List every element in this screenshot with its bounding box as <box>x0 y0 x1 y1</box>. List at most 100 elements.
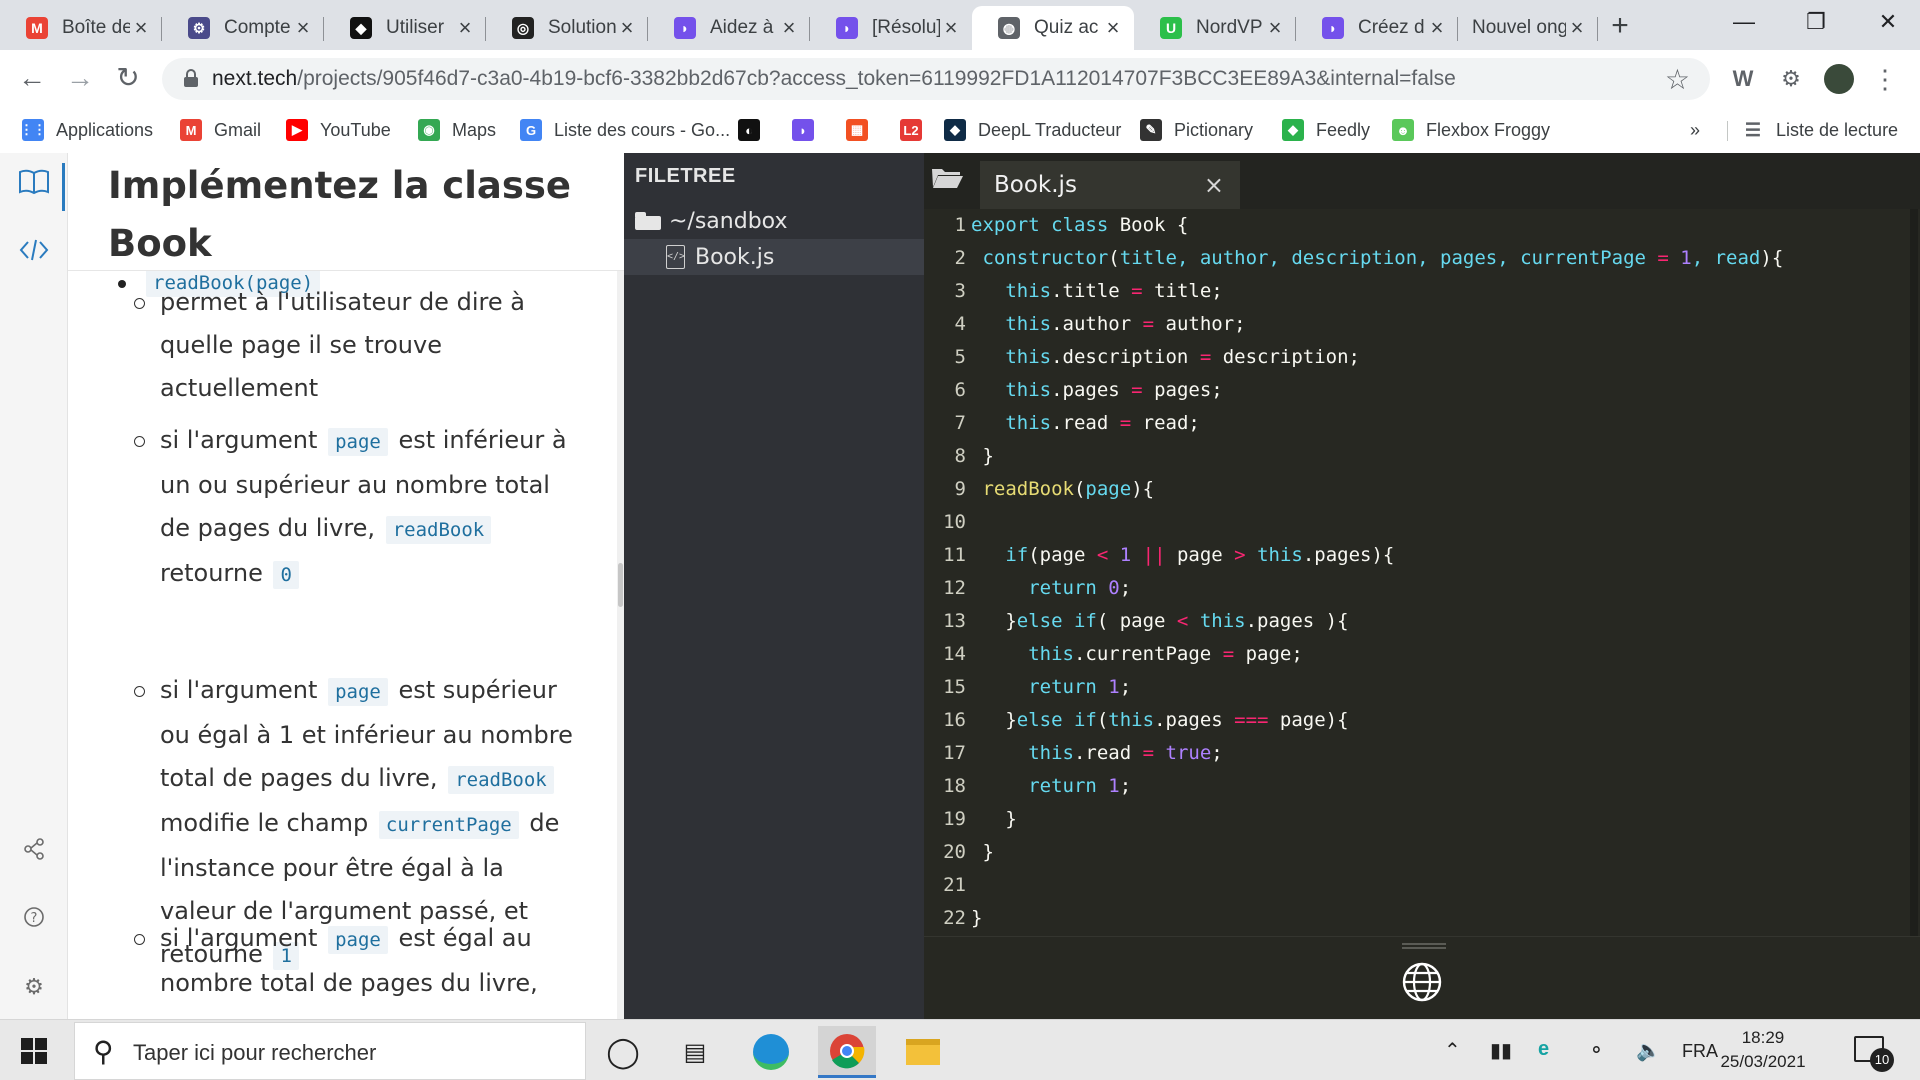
code-icon[interactable] <box>14 235 54 275</box>
code-line[interactable]: export class Book { <box>971 209 1188 242</box>
cortana-icon[interactable]: ◯ <box>594 1026 652 1078</box>
close-tab-icon[interactable]: × <box>292 15 314 41</box>
code-line[interactable]: this.description = description; <box>971 341 1360 374</box>
volume-icon[interactable]: 🔈 <box>1636 1038 1661 1063</box>
tray-chevron-icon[interactable]: ⌃ <box>1444 1038 1461 1063</box>
code-line[interactable]: }else if( page < this.pages ){ <box>971 605 1348 638</box>
close-tab-icon[interactable]: × <box>616 15 638 41</box>
splitter-grip[interactable] <box>618 563 623 607</box>
browser-tab[interactable]: M Boîte de × <box>0 6 162 50</box>
code-line[interactable]: } <box>971 902 982 935</box>
back-button[interactable]: ← <box>14 60 50 96</box>
browser-tab[interactable]: Nouvel ong × <box>1458 6 1598 50</box>
close-tab-icon[interactable]: × <box>778 15 800 41</box>
e-tray-icon[interactable]: e <box>1538 1038 1549 1061</box>
chrome-menu-icon[interactable]: ⋮ <box>1868 62 1902 96</box>
browser-tab[interactable]: U NordVP × <box>1134 6 1296 50</box>
share-icon[interactable] <box>14 833 54 873</box>
browser-tab[interactable]: ◍ Quiz ac × <box>972 6 1134 50</box>
system-clock[interactable]: 18:29 25/03/2021 <box>1708 1026 1818 1074</box>
browser-tab[interactable]: ◗ Créez d × <box>1296 6 1458 50</box>
file-book-js[interactable]: </> Book.js <box>624 239 924 275</box>
close-tab-icon[interactable]: × <box>454 15 476 41</box>
book-icon[interactable] <box>14 167 54 207</box>
restore-button[interactable]: ❐ <box>1784 0 1848 46</box>
code-line[interactable]: this.read = read; <box>971 407 1200 440</box>
bookmark-item[interactable]: ◗ <box>792 115 826 145</box>
extensions-puzzle-icon[interactable]: ⚙ <box>1774 62 1808 96</box>
code-line[interactable]: } <box>971 440 993 473</box>
forward-button[interactable]: → <box>62 60 98 96</box>
browser-tab[interactable]: ◎ Solution × <box>486 6 648 50</box>
code-line[interactable]: this.read = true; <box>971 737 1223 770</box>
windows-start-icon[interactable] <box>21 1038 47 1064</box>
code-line[interactable]: constructor(title, author, description, … <box>971 242 1783 275</box>
code-line[interactable]: this.author = author; <box>971 308 1245 341</box>
code-line[interactable]: this.title = title; <box>971 275 1222 308</box>
code-line[interactable]: return 1; <box>971 770 1131 803</box>
bookmark-item[interactable]: G Liste des cours - Go... <box>520 115 730 145</box>
bookmark-item[interactable]: ▦ <box>846 115 880 145</box>
battery-icon[interactable]: ▮▮ <box>1490 1038 1512 1063</box>
close-tab-icon[interactable]: × <box>1566 15 1588 41</box>
browser-tab[interactable]: ◆ Utiliser × <box>324 6 486 50</box>
bookmark-star-icon[interactable]: ☆ <box>1665 63 1690 96</box>
reading-list-button[interactable]: ☰ Liste de lecture <box>1742 115 1898 145</box>
bookmark-item[interactable]: M Gmail <box>180 115 261 145</box>
close-window-button[interactable]: ✕ <box>1856 0 1920 46</box>
browser-tab[interactable]: ◗ [Résolu] × <box>810 6 972 50</box>
panel-resize-handle[interactable] <box>1402 943 1446 949</box>
close-tab-icon[interactable]: × <box>940 15 962 41</box>
bookmark-item[interactable]: ◉ Maps <box>418 115 496 145</box>
code-line[interactable]: } <box>971 836 993 869</box>
code-line[interactable]: } <box>971 803 1016 836</box>
bookmark-item[interactable]: ◆ DeepL Traducteur <box>944 115 1121 145</box>
close-tab-icon[interactable]: × <box>1204 171 1224 199</box>
code-line[interactable]: return 1; <box>971 671 1131 704</box>
panel-splitter[interactable] <box>617 153 624 1019</box>
close-tab-icon[interactable]: × <box>1102 15 1124 41</box>
editor-tab-book-js[interactable]: Book.js × <box>980 161 1240 209</box>
code-line[interactable]: }else if(this.pages === page){ <box>971 704 1348 737</box>
reload-button[interactable]: ↻ <box>110 60 146 96</box>
bookmark-item[interactable]: ✎ Pictionary <box>1140 115 1253 145</box>
minimize-button[interactable]: — <box>1712 0 1776 46</box>
wifi-icon[interactable]: ⚬ <box>1588 1038 1605 1063</box>
wordpress-extension-icon[interactable]: W <box>1726 62 1760 96</box>
bookmark-item[interactable]: ⋮⋮ Applications <box>20 115 153 145</box>
edge-icon[interactable] <box>742 1026 800 1078</box>
bookmark-item[interactable]: ◆ Feedly <box>1282 115 1370 145</box>
chrome-taskbar-icon[interactable] <box>818 1026 876 1078</box>
code-token: else if <box>1016 709 1097 731</box>
bookmark-item[interactable]: ☻ Flexbox Froggy <box>1392 115 1550 145</box>
lock-icon[interactable] <box>184 69 198 87</box>
file-explorer-icon[interactable] <box>894 1026 952 1078</box>
code-line[interactable]: if(page < 1 || page > this.pages){ <box>971 539 1394 572</box>
taskbar-search-box[interactable]: ⚲ Taper ici pour rechercher <box>74 1022 586 1080</box>
code-line[interactable]: this.pages = pages; <box>971 374 1222 407</box>
open-folder-icon[interactable] <box>930 165 970 195</box>
code-line[interactable]: return 0; <box>971 572 1131 605</box>
settings-gear-icon[interactable]: ⚙ <box>14 967 54 1007</box>
browser-tab[interactable]: ⚙ Compte × <box>162 6 324 50</box>
task-view-icon[interactable]: ▤ <box>666 1026 724 1078</box>
globe-icon[interactable] <box>1401 961 1443 1003</box>
profile-avatar[interactable] <box>1822 62 1856 96</box>
browser-tab[interactable]: ◗ Aidez à × <box>648 6 810 50</box>
close-tab-icon[interactable]: × <box>1426 15 1448 41</box>
editor-scrollbar[interactable] <box>1910 209 1918 939</box>
code-line[interactable]: readBook(page){ <box>971 473 1154 506</box>
new-tab-button[interactable]: + <box>1600 8 1640 44</box>
notification-center-icon[interactable]: 10 <box>1854 1036 1894 1072</box>
bookmark-item[interactable]: ◐ <box>738 115 772 145</box>
code-line[interactable]: this.currentPage = page; <box>971 638 1303 671</box>
address-bar[interactable]: next.tech/projects/905f46d7-c3a0-4b19-bc… <box>162 58 1710 100</box>
bookmark-item[interactable]: ▶ YouTube <box>286 115 391 145</box>
folder-sandbox[interactable]: ~/sandbox <box>624 203 924 239</box>
close-tab-icon[interactable]: × <box>130 15 152 41</box>
bookmark-item[interactable]: L2 <box>900 115 934 145</box>
help-icon[interactable]: ? <box>14 901 54 941</box>
url-text[interactable]: next.tech/projects/905f46d7-c3a0-4b19-bc… <box>212 67 1456 91</box>
close-tab-icon[interactable]: × <box>1264 15 1286 41</box>
bookmarks-overflow-button[interactable]: » <box>1690 115 1700 145</box>
